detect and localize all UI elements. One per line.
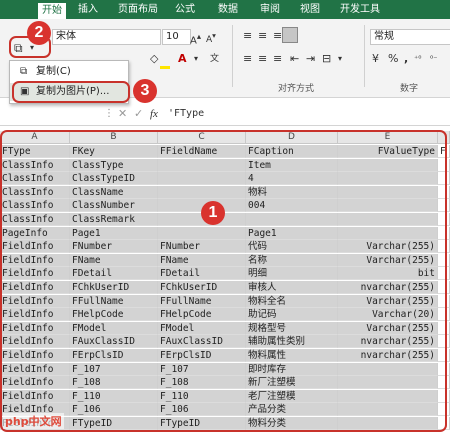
- tab-data[interactable]: 数据: [218, 2, 238, 17]
- tab-page-layout[interactable]: 页面布局: [118, 2, 158, 17]
- decrease-decimal-icon[interactable]: ⁰⁻: [430, 52, 437, 66]
- callout-badge-1: 1: [201, 201, 225, 225]
- comma-icon[interactable]: ,: [404, 52, 408, 66]
- indent-decrease-icon[interactable]: ⇤: [290, 52, 299, 66]
- group-label-alignment: 对齐方式: [278, 84, 315, 94]
- callout-ring-range: [0, 130, 447, 432]
- wrap-text-icon[interactable]: [282, 27, 298, 43]
- formula-input[interactable]: 'FType: [168, 107, 204, 121]
- align-bottom-icon[interactable]: ≡: [273, 29, 282, 43]
- font-shrink-icon[interactable]: A▾: [206, 29, 216, 47]
- percent-icon[interactable]: %: [388, 52, 398, 66]
- align-right-icon[interactable]: ≡: [273, 52, 282, 66]
- callout-badge-3: 3: [133, 79, 157, 103]
- font-name-box[interactable]: 宋体: [52, 29, 161, 45]
- watermark: php中文网: [3, 413, 64, 429]
- align-top-icon[interactable]: ≡: [243, 29, 252, 43]
- insert-function-icon[interactable]: fx: [150, 107, 158, 121]
- align-left-icon[interactable]: ≡: [243, 52, 252, 66]
- tab-insert[interactable]: 插入: [78, 2, 98, 17]
- tab-formulas[interactable]: 公式: [175, 2, 195, 17]
- copy-menu-icon: ⧉: [20, 66, 28, 77]
- phonetic-icon[interactable]: 文: [210, 52, 219, 66]
- menu-item-copy[interactable]: ⧉ 复制(C): [10, 63, 128, 81]
- tab-view[interactable]: 视图: [300, 2, 320, 17]
- tab-home[interactable]: 开始: [38, 3, 66, 19]
- align-center-icon[interactable]: ≡: [258, 52, 267, 66]
- fill-color-bar: [160, 66, 170, 69]
- font-color-chevron-icon[interactable]: ▾: [194, 52, 198, 66]
- enter-icon[interactable]: ✓: [134, 107, 143, 121]
- cancel-icon[interactable]: ✕: [118, 107, 127, 121]
- align-middle-icon[interactable]: ≡: [258, 29, 267, 43]
- font-grow-icon[interactable]: A▴: [190, 29, 201, 48]
- number-format-box[interactable]: 常规: [370, 29, 450, 45]
- tab-developer[interactable]: 开发工具: [340, 2, 380, 17]
- tab-review[interactable]: 审阅: [260, 2, 280, 17]
- formula-bar: ⋮ ✕ ✓ fx 'FType: [0, 103, 450, 126]
- increase-decimal-icon[interactable]: ⁺⁰: [414, 52, 421, 66]
- ribbon-tab-bar: 开始 插入 页面布局 公式 数据 审阅 视图 开发工具: [0, 0, 450, 19]
- merge-chevron-icon[interactable]: ▾: [338, 52, 342, 66]
- font-size-box[interactable]: 10: [162, 29, 191, 45]
- merge-cells-icon[interactable]: ⊟: [322, 52, 331, 66]
- fill-color-icon[interactable]: ◇: [150, 52, 158, 66]
- indent-increase-icon[interactable]: ⇥: [306, 52, 315, 66]
- formula-more-icon[interactable]: ⋮: [104, 107, 114, 121]
- currency-icon[interactable]: ¥: [372, 52, 379, 66]
- group-label-number: 数字: [400, 84, 419, 94]
- font-color-icon[interactable]: A: [178, 52, 187, 66]
- callout-ring-copy-picture: [12, 81, 130, 103]
- callout-badge-2: 2: [27, 21, 51, 45]
